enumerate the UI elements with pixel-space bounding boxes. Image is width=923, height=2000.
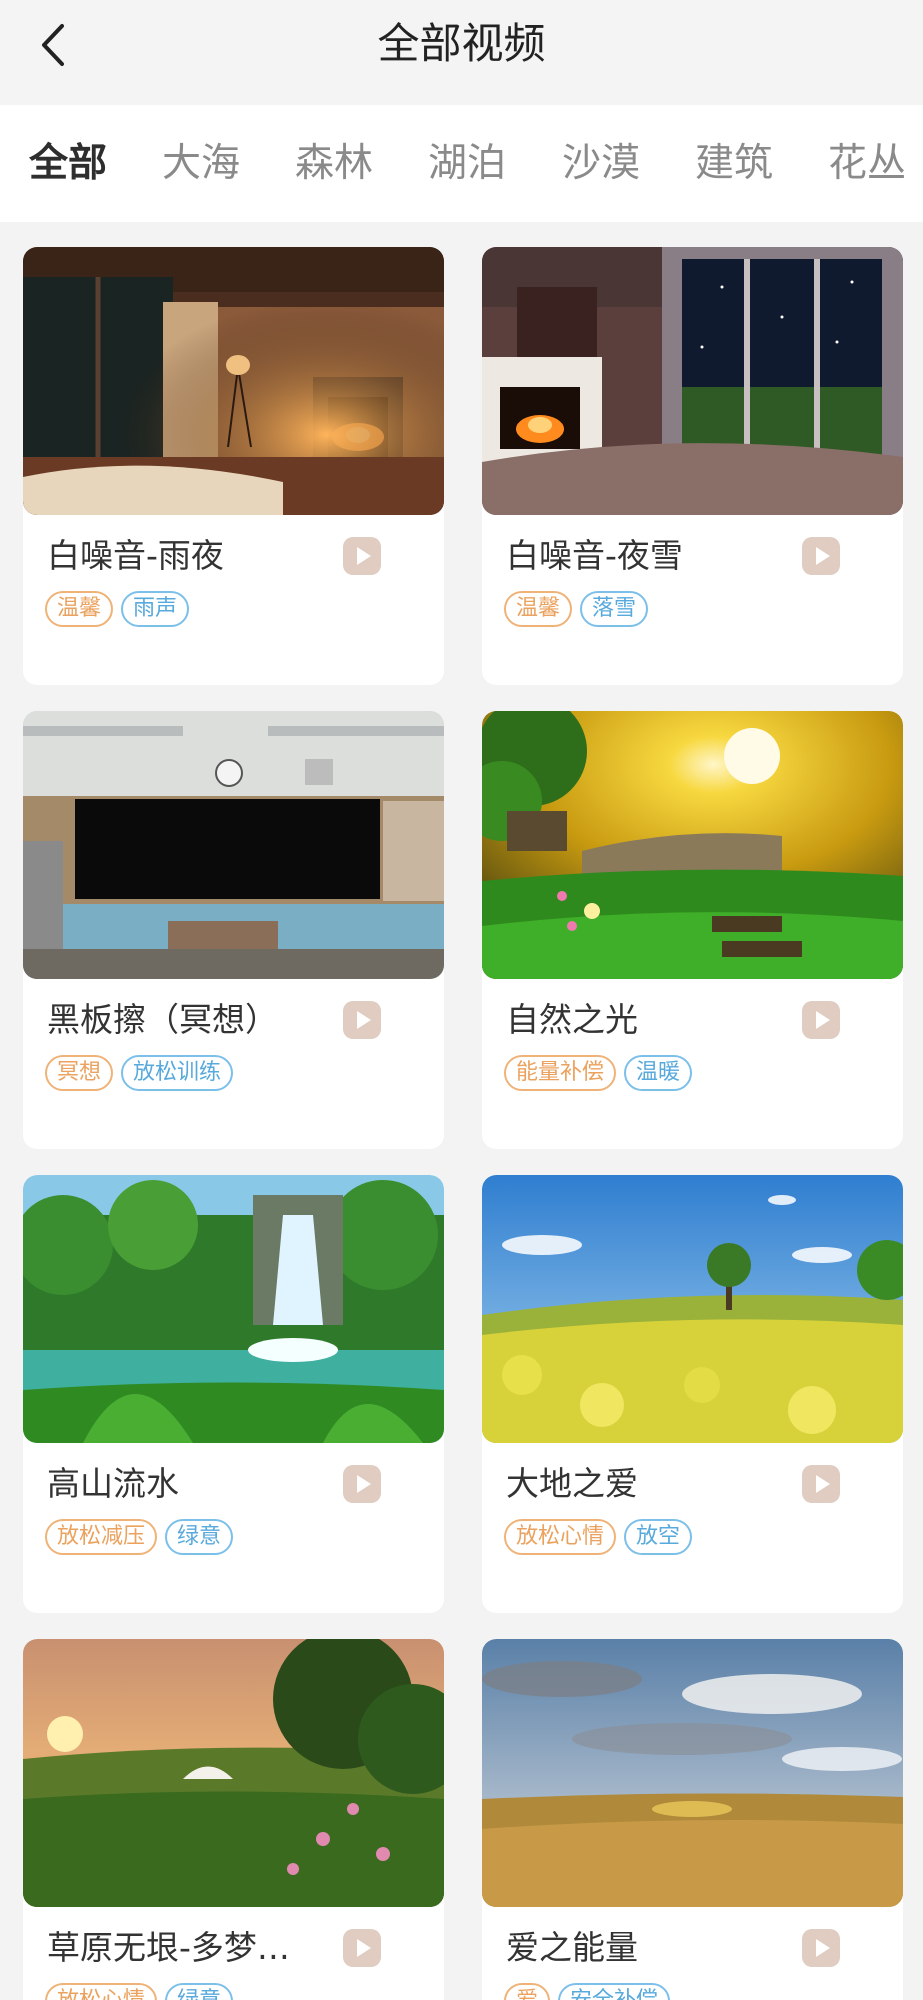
video-thumbnail — [23, 247, 444, 515]
video-title: 白噪音-雨夜 — [47, 536, 224, 575]
category-tabs: 全部 大海 森林 湖泊 沙漠 建筑 花丛 — [0, 105, 923, 222]
tag-list: 温馨 雨声 — [45, 591, 197, 627]
tag: 绿意 — [165, 1519, 234, 1555]
tag-list: 放松心情绿意 — [45, 1983, 241, 2000]
video-title: 草原无垠-多梦… — [47, 1928, 290, 1967]
tag: 放松训练 — [121, 1055, 234, 1091]
tab-all[interactable]: 全部 — [29, 105, 107, 222]
video-thumbnail — [482, 1639, 903, 1907]
tab-architecture[interactable]: 建筑 — [695, 105, 773, 222]
video-title: 爱之能量 — [506, 1928, 638, 1967]
video-card[interactable]: 自然之光 能量补偿 温暖 — [482, 711, 903, 1149]
tab-desert[interactable]: 沙漠 — [562, 105, 640, 222]
tag: 温馨 — [45, 591, 114, 627]
video-card[interactable]: 白噪音-雨夜 温馨 雨声 — [23, 247, 444, 685]
tag: 放松减压 — [45, 1519, 158, 1555]
play-icon[interactable] — [343, 1465, 381, 1503]
video-thumbnail — [23, 1175, 444, 1443]
tag-list: 温馨 落雪 — [504, 591, 656, 627]
tag: 放松心情 — [45, 1983, 158, 2000]
tag: 放松心情 — [504, 1519, 617, 1555]
tag: 安全补偿 — [558, 1983, 671, 2000]
tag: 落雪 — [580, 591, 649, 627]
video-thumbnail — [482, 711, 903, 979]
tag-list: 能量补偿 温暖 — [504, 1055, 700, 1091]
tag: 绿意 — [165, 1983, 234, 2000]
video-card[interactable]: 高山流水 放松减压 绿意 — [23, 1175, 444, 1613]
play-icon[interactable] — [802, 537, 840, 575]
video-card[interactable]: 黑板擦（冥想） 冥想 放松训练 — [23, 711, 444, 1149]
video-grid: 白噪音-雨夜 温馨 雨声 白噪音-夜雪 温馨 落雪 黑板擦（冥想） 冥想 放松训… — [0, 222, 923, 2000]
tab-forest[interactable]: 森林 — [295, 105, 373, 222]
play-icon[interactable] — [802, 1001, 840, 1039]
play-icon[interactable] — [343, 1929, 381, 1967]
tag-list: 放松心情 放空 — [504, 1519, 700, 1555]
tab-flowers[interactable]: 花丛 — [828, 105, 906, 222]
video-title: 白噪音-夜雪 — [506, 536, 683, 575]
play-icon[interactable] — [343, 537, 381, 575]
video-card[interactable]: 大地之爱 放松心情 放空 — [482, 1175, 903, 1613]
tag: 能量补偿 — [504, 1055, 617, 1091]
play-icon[interactable] — [802, 1929, 840, 1967]
play-icon[interactable] — [802, 1465, 840, 1503]
video-thumbnail — [23, 1639, 444, 1907]
tab-lake[interactable]: 湖泊 — [428, 105, 506, 222]
tag-list: 爱安全补偿 — [504, 1983, 678, 2000]
video-title: 高山流水 — [47, 1464, 179, 1503]
video-title: 大地之爱 — [506, 1464, 638, 1503]
video-thumbnail — [23, 711, 444, 979]
tag: 温馨 — [504, 591, 573, 627]
video-title: 黑板擦（冥想） — [47, 1000, 278, 1039]
tag: 温暖 — [624, 1055, 693, 1091]
tag: 冥想 — [45, 1055, 114, 1091]
tag-list: 放松减压 绿意 — [45, 1519, 241, 1555]
video-thumbnail — [482, 1175, 903, 1443]
app-header: 全部视频 — [0, 0, 923, 105]
video-card[interactable]: 白噪音-夜雪 温馨 落雪 — [482, 247, 903, 685]
page-title: 全部视频 — [377, 19, 546, 68]
video-card[interactable]: 草原无垠-多梦… 放松心情绿意 — [23, 1639, 444, 2000]
tag-list: 冥想 放松训练 — [45, 1055, 241, 1091]
tag: 爱 — [504, 1983, 551, 2000]
tag: 雨声 — [121, 591, 190, 627]
play-icon[interactable] — [343, 1001, 381, 1039]
tag: 放空 — [624, 1519, 693, 1555]
video-card[interactable]: 爱之能量 爱安全补偿 — [482, 1639, 903, 2000]
video-thumbnail — [482, 247, 903, 515]
tab-sea[interactable]: 大海 — [162, 105, 240, 222]
video-title: 自然之光 — [506, 1000, 638, 1039]
